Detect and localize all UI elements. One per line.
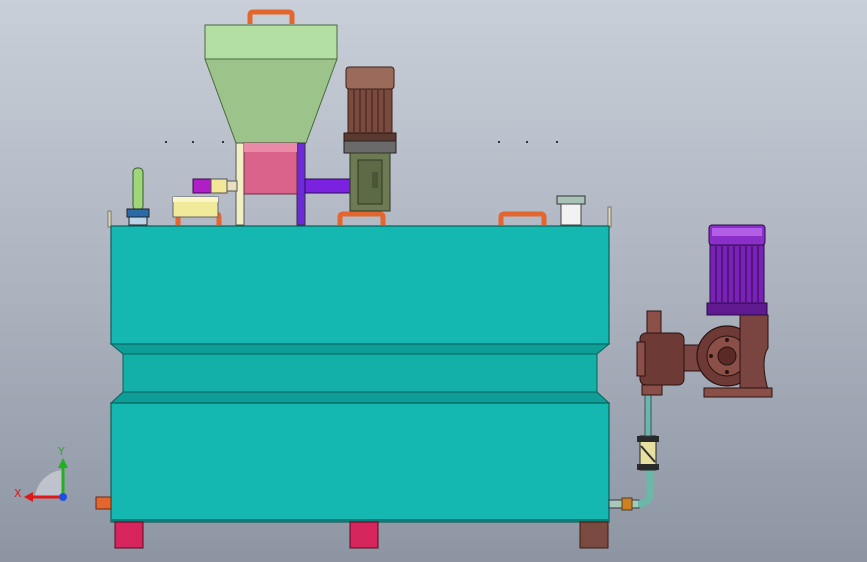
mixer-motor[interactable]	[343, 66, 397, 212]
cad-graphics-viewport[interactable]: Y X	[0, 0, 867, 562]
tank-handle-center	[337, 211, 386, 225]
pump-base	[703, 387, 773, 398]
y-axis-label: Y	[57, 445, 65, 458]
coordinate-triad: Y X	[14, 445, 68, 502]
hopper-leg-right	[296, 142, 306, 226]
metering-pump[interactable]	[636, 224, 773, 398]
hopper-lifting-handle	[247, 9, 295, 24]
z-axis-dot	[59, 493, 67, 501]
x-axis-label: X	[14, 487, 22, 500]
pump-motor[interactable]	[706, 224, 768, 316]
hopper-cone	[204, 58, 338, 144]
suction-pipe[interactable]	[608, 394, 659, 511]
tank-upper-section	[110, 225, 610, 345]
tank-handle-right	[498, 211, 547, 225]
pump-head	[639, 332, 685, 386]
tank-feet	[114, 521, 609, 549]
hopper-top-box	[204, 24, 338, 60]
drain-outlet[interactable]	[95, 496, 112, 510]
tank-lower-section	[110, 402, 610, 523]
dosing-unit-assembly-model[interactable]: Y X	[0, 0, 867, 562]
dosing-tank[interactable]	[109, 225, 611, 523]
tank-middle-section	[122, 353, 598, 393]
vent-cap	[556, 195, 586, 205]
level-probe	[132, 167, 144, 211]
